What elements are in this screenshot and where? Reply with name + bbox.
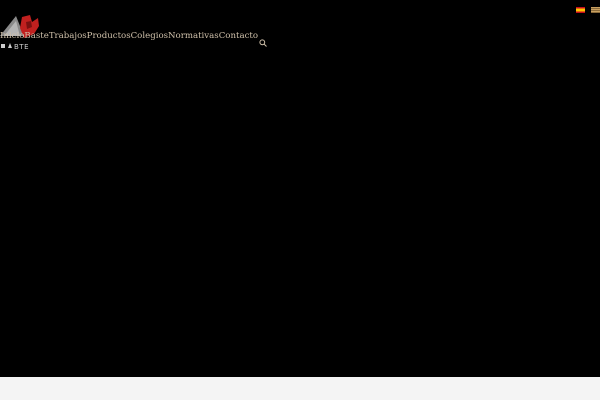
- page: BTE Inicio Baste Trabajos Productos Cole…: [0, 0, 600, 400]
- search-icon[interactable]: [259, 32, 267, 47]
- language-switcher: [576, 7, 600, 13]
- nav-item-inicio[interactable]: Inicio: [0, 29, 24, 43]
- svg-text:BTE: BTE: [14, 43, 29, 51]
- nav-item-colegios[interactable]: Colegios: [131, 29, 168, 43]
- footer-band: [0, 377, 600, 400]
- nav-item-productos[interactable]: Productos: [87, 29, 131, 43]
- nav-item-contacto[interactable]: Contacto: [219, 29, 258, 43]
- flag-spanish-icon[interactable]: [576, 7, 585, 13]
- nav-item-normativas[interactable]: Normativas: [168, 29, 219, 43]
- nav-item-trabajos[interactable]: Trabajos: [49, 29, 87, 43]
- main-nav: Inicio Baste Trabajos Productos Colegios…: [0, 29, 267, 47]
- nav-item-baste[interactable]: Baste: [24, 29, 48, 43]
- flag-other-language-icon[interactable]: [591, 7, 600, 13]
